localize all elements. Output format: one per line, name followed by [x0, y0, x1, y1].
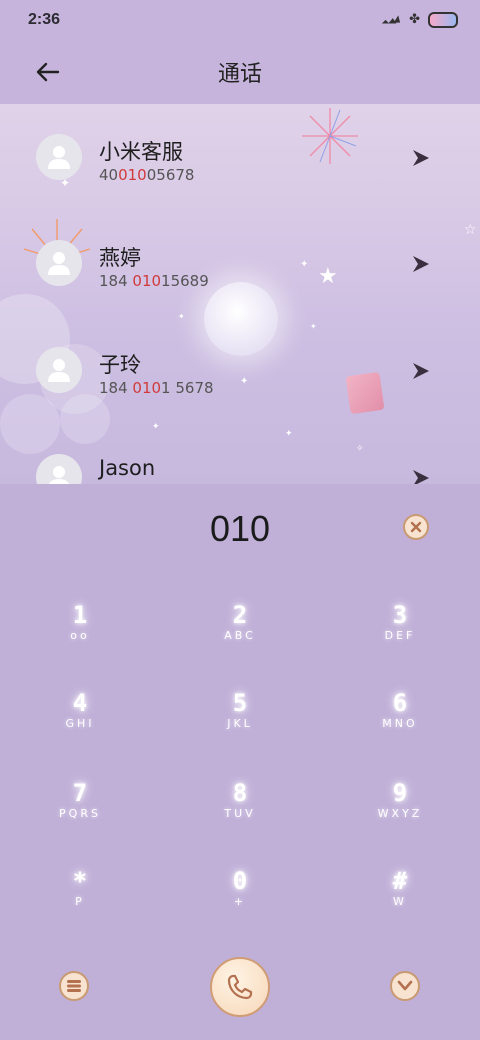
dial-key-9[interactable]: 9 WXYZ: [340, 780, 460, 840]
dial-key-3[interactable]: 3 DEF: [340, 602, 460, 662]
chevron-right-icon[interactable]: [408, 359, 432, 383]
dial-key-6[interactable]: 6 MNO: [340, 690, 460, 750]
avatar: [36, 240, 82, 286]
status-time: 2:36: [28, 11, 61, 28]
contact-number: 4001005678: [99, 166, 195, 184]
dial-key-1[interactable]: 1 oo: [20, 602, 140, 662]
dial-key-hash[interactable]: # W: [340, 868, 460, 928]
page-title: 通话: [217, 62, 262, 87]
dial-key-7[interactable]: 7 PQRS: [20, 780, 140, 840]
contact-number: 184 01015689: [99, 272, 209, 290]
status-bar: 2:36 ✤: [0, 0, 480, 40]
voicemail-icon: oo: [70, 629, 90, 642]
avatar: [36, 347, 82, 393]
dial-key-4[interactable]: 4 GHI: [20, 690, 140, 750]
dial-key-2[interactable]: 2 ABC: [180, 602, 300, 662]
dialpad: 010 1 oo 2 ABC 3 DEF 4 GHI 5 JKL 6 MNO 7 PQRS 8…: [0, 484, 480, 1040]
dial-key-star[interactable]: * P: [20, 868, 140, 928]
avatar: [36, 134, 82, 180]
contact-row[interactable]: 小米客服 4001005678: [0, 104, 480, 204]
person-icon: [48, 146, 70, 169]
contact-name: 子玲: [99, 353, 141, 377]
person-icon: [48, 359, 70, 382]
contact-row[interactable]: 燕婷 184 01015689: [0, 210, 480, 310]
phone-icon: [227, 974, 253, 1000]
clover-icon: ✤: [409, 12, 420, 27]
person-icon: [48, 252, 70, 275]
call-button[interactable]: [210, 957, 270, 1017]
contact-suggestions-list: ★ ☆ ✦ ✦ ✦ ✦ ✧ ✦ ✦ ✦ 小米客服 4001005678 燕婷 1…: [0, 104, 480, 484]
menu-button[interactable]: [59, 971, 89, 1001]
contact-name: 燕婷: [99, 246, 141, 270]
dial-key-0[interactable]: 0 +: [180, 868, 300, 928]
chevron-down-icon: [397, 980, 413, 991]
contact-number: 184 0101 5678: [99, 379, 214, 397]
person-icon: [49, 466, 69, 484]
battery-icon: [428, 11, 458, 28]
chevron-right-icon[interactable]: [408, 146, 432, 170]
contact-row[interactable]: 子玲 184 0101 5678: [0, 317, 480, 417]
app-header: 通话: [0, 40, 480, 104]
signal-icon: [381, 10, 401, 29]
chevron-right-icon[interactable]: [408, 252, 432, 276]
avatar: [36, 454, 82, 484]
contact-row[interactable]: Jason: [0, 424, 480, 484]
contact-name: 小米客服: [99, 140, 183, 164]
contact-name: Jason: [99, 456, 156, 480]
status-icons: ✤: [381, 10, 458, 29]
delete-button[interactable]: [403, 514, 429, 540]
close-icon: [410, 521, 422, 533]
chevron-right-icon[interactable]: [408, 466, 432, 484]
menu-icon: [67, 980, 81, 992]
dial-key-8[interactable]: 8 TUV: [180, 780, 300, 840]
dial-key-5[interactable]: 5 JKL: [180, 690, 300, 750]
collapse-dialpad-button[interactable]: [390, 971, 420, 1001]
